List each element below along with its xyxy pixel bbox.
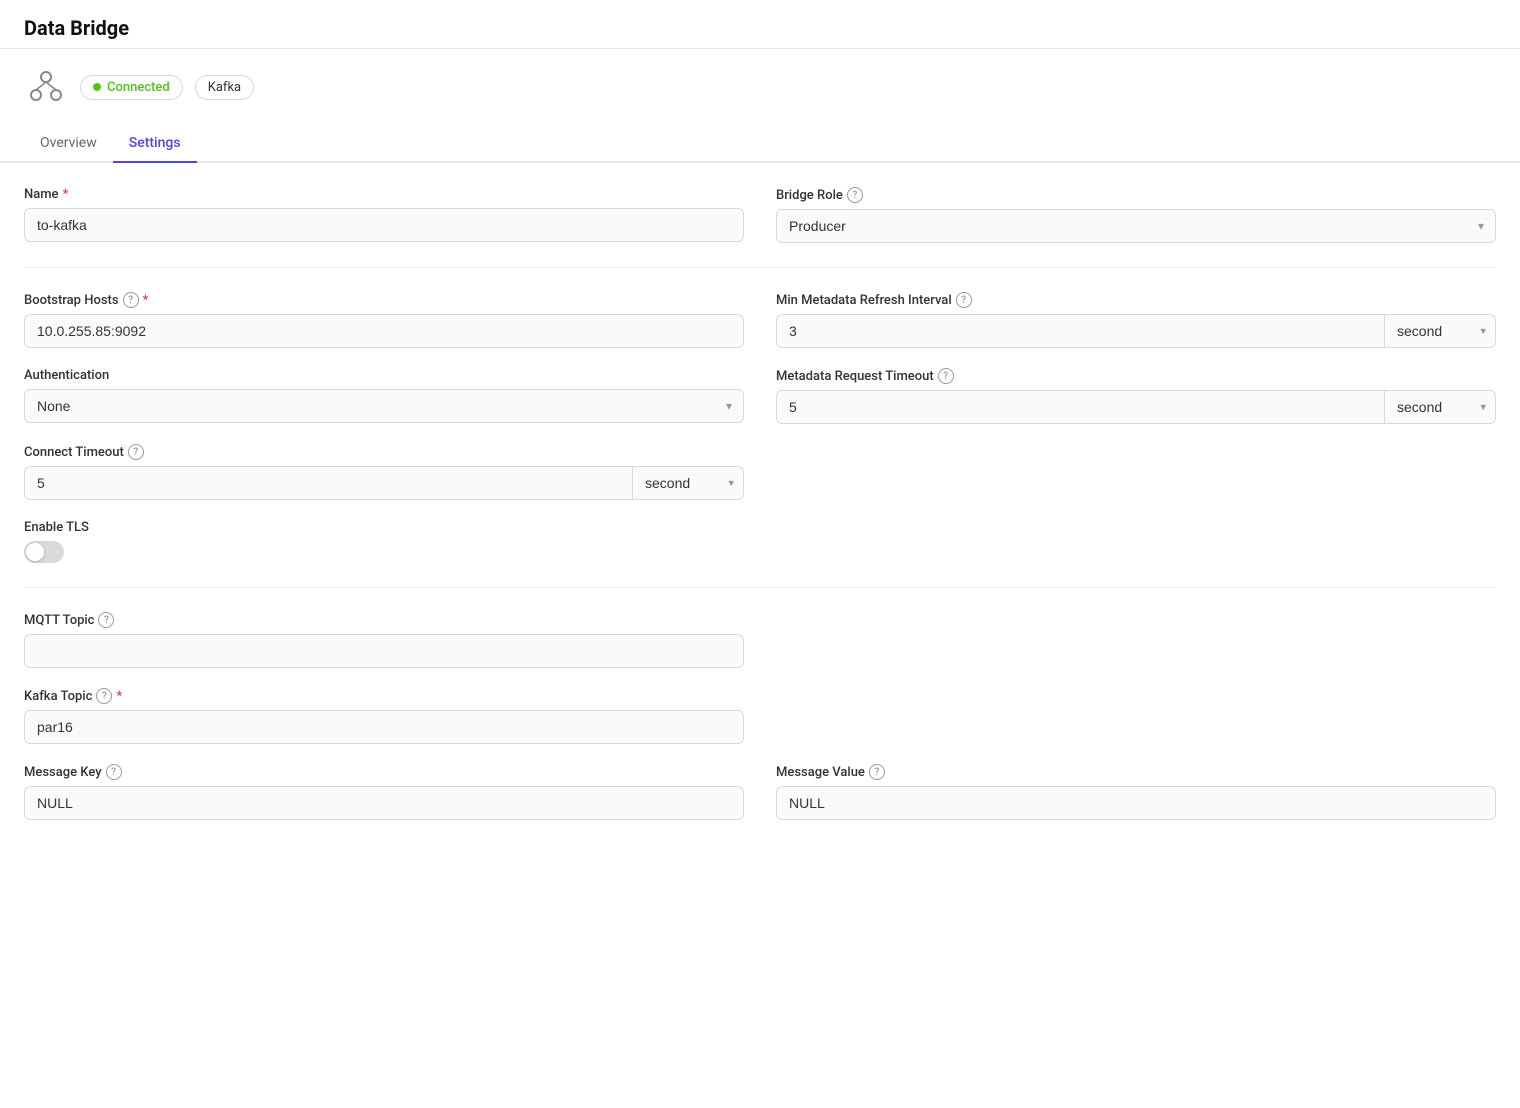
status-badge: Connected: [80, 75, 183, 100]
kafka-icon: [24, 65, 68, 109]
min-metadata-refresh-unit-select[interactable]: second millisecond minute: [1385, 314, 1496, 348]
tab-overview[interactable]: Overview: [24, 125, 113, 163]
bridge-type-label: Kafka: [208, 80, 241, 95]
form-group-mqtt-topic: MQTT Topic ?: [24, 612, 744, 668]
enable-tls-toggle[interactable]: [24, 541, 64, 563]
min-metadata-refresh-input-group: second millisecond minute: [776, 314, 1496, 348]
bridge-role-help-icon[interactable]: ?: [847, 187, 863, 203]
bridge-role-select[interactable]: Producer Consumer: [776, 209, 1496, 243]
kafka-topic-help-icon[interactable]: ?: [96, 688, 112, 704]
name-label: Name *: [24, 187, 744, 202]
form-row-name-role: Name * Bridge Role ? Producer Consumer: [24, 187, 1496, 243]
bootstrap-hosts-input[interactable]: [24, 314, 744, 348]
message-key-label: Message Key ?: [24, 764, 744, 780]
mqtt-topic-input[interactable]: [24, 634, 744, 668]
form-row-kafka-topic: Kafka Topic ? *: [24, 688, 1496, 744]
form-row-connect-timeout: Connect Timeout ? second millisecond min…: [24, 444, 1496, 500]
bootstrap-hosts-required: *: [143, 293, 149, 308]
bootstrap-hosts-help-icon[interactable]: ?: [123, 292, 139, 308]
mqtt-topic-label: MQTT Topic ?: [24, 612, 744, 628]
connect-timeout-input-group: second millisecond minute: [24, 466, 744, 500]
form-row-message-key-value: Message Key ? Message Value ?: [24, 764, 1496, 820]
empty-col-connect-timeout: [776, 444, 1496, 500]
kafka-topic-label: Kafka Topic ? *: [24, 688, 744, 704]
empty-col-mqtt: [776, 612, 1496, 668]
message-key-input[interactable]: [24, 786, 744, 820]
bridge-role-select-wrapper: Producer Consumer: [776, 209, 1496, 243]
enable-tls-label: Enable TLS: [24, 520, 1496, 535]
form-row-auth-timeout: Authentication None Password SASL Metada…: [24, 368, 1496, 424]
mqtt-topic-help-icon[interactable]: ?: [98, 612, 114, 628]
metadata-request-timeout-unit-wrapper: second millisecond minute: [1385, 390, 1496, 424]
toggle-slider: [24, 541, 64, 563]
form-group-authentication: Authentication None Password SASL: [24, 368, 744, 424]
message-value-label: Message Value ?: [776, 764, 1496, 780]
page-header: Data Bridge: [0, 0, 1520, 49]
connect-timeout-unit-wrapper: second millisecond minute: [633, 466, 744, 500]
settings-panel: Name * Bridge Role ? Producer Consumer B…: [0, 163, 1520, 864]
min-metadata-refresh-label: Min Metadata Refresh Interval ?: [776, 292, 1496, 308]
form-group-name: Name *: [24, 187, 744, 243]
message-key-help-icon[interactable]: ?: [106, 764, 122, 780]
metadata-request-timeout-input-group: second millisecond minute: [776, 390, 1496, 424]
message-value-input[interactable]: [776, 786, 1496, 820]
connect-timeout-unit-select[interactable]: second millisecond minute: [633, 466, 744, 500]
status-dot: [93, 83, 101, 91]
name-input[interactable]: [24, 208, 744, 242]
bridge-info-bar: Connected Kafka: [0, 49, 1520, 125]
metadata-request-timeout-input[interactable]: [776, 390, 1385, 424]
form-group-message-key: Message Key ?: [24, 764, 744, 820]
bridge-role-label: Bridge Role ?: [776, 187, 1496, 203]
form-row-hosts-metadata: Bootstrap Hosts ? * Min Metadata Refresh…: [24, 292, 1496, 348]
page-title: Data Bridge: [24, 16, 1496, 40]
tab-settings[interactable]: Settings: [113, 125, 197, 163]
empty-col-kafka-topic: [776, 688, 1496, 744]
form-row-mqtt-topic: MQTT Topic ?: [24, 612, 1496, 668]
metadata-request-timeout-unit-select[interactable]: second millisecond minute: [1385, 390, 1496, 424]
form-group-enable-tls: Enable TLS: [24, 520, 1496, 563]
connect-timeout-input[interactable]: [24, 466, 633, 500]
metadata-request-timeout-help-icon[interactable]: ?: [938, 368, 954, 384]
name-required: *: [63, 187, 69, 202]
form-group-bootstrap-hosts: Bootstrap Hosts ? *: [24, 292, 744, 348]
kafka-topic-input[interactable]: [24, 710, 744, 744]
tabs-bar: Overview Settings: [0, 125, 1520, 163]
message-value-help-icon[interactable]: ?: [869, 764, 885, 780]
authentication-select-wrapper: None Password SASL: [24, 389, 744, 423]
form-group-metadata-request-timeout: Metadata Request Timeout ? second millis…: [776, 368, 1496, 424]
form-group-min-metadata-refresh: Min Metadata Refresh Interval ? second m…: [776, 292, 1496, 348]
authentication-label: Authentication: [24, 368, 744, 383]
status-text: Connected: [107, 80, 170, 95]
kafka-topic-required: *: [116, 689, 122, 704]
form-group-message-value: Message Value ?: [776, 764, 1496, 820]
bootstrap-hosts-label: Bootstrap Hosts ? *: [24, 292, 744, 308]
form-group-kafka-topic: Kafka Topic ? *: [24, 688, 744, 744]
metadata-request-timeout-label: Metadata Request Timeout ?: [776, 368, 1496, 384]
form-group-bridge-role: Bridge Role ? Producer Consumer: [776, 187, 1496, 243]
min-metadata-refresh-unit-wrapper: second millisecond minute: [1385, 314, 1496, 348]
section-divider-2: [24, 587, 1496, 588]
form-group-connect-timeout: Connect Timeout ? second millisecond min…: [24, 444, 744, 500]
bridge-type-badge: Kafka: [195, 75, 254, 100]
connect-timeout-label: Connect Timeout ?: [24, 444, 744, 460]
authentication-select[interactable]: None Password SASL: [24, 389, 744, 423]
connect-timeout-help-icon[interactable]: ?: [128, 444, 144, 460]
min-metadata-refresh-help-icon[interactable]: ?: [956, 292, 972, 308]
min-metadata-refresh-input[interactable]: [776, 314, 1385, 348]
section-divider-1: [24, 267, 1496, 268]
